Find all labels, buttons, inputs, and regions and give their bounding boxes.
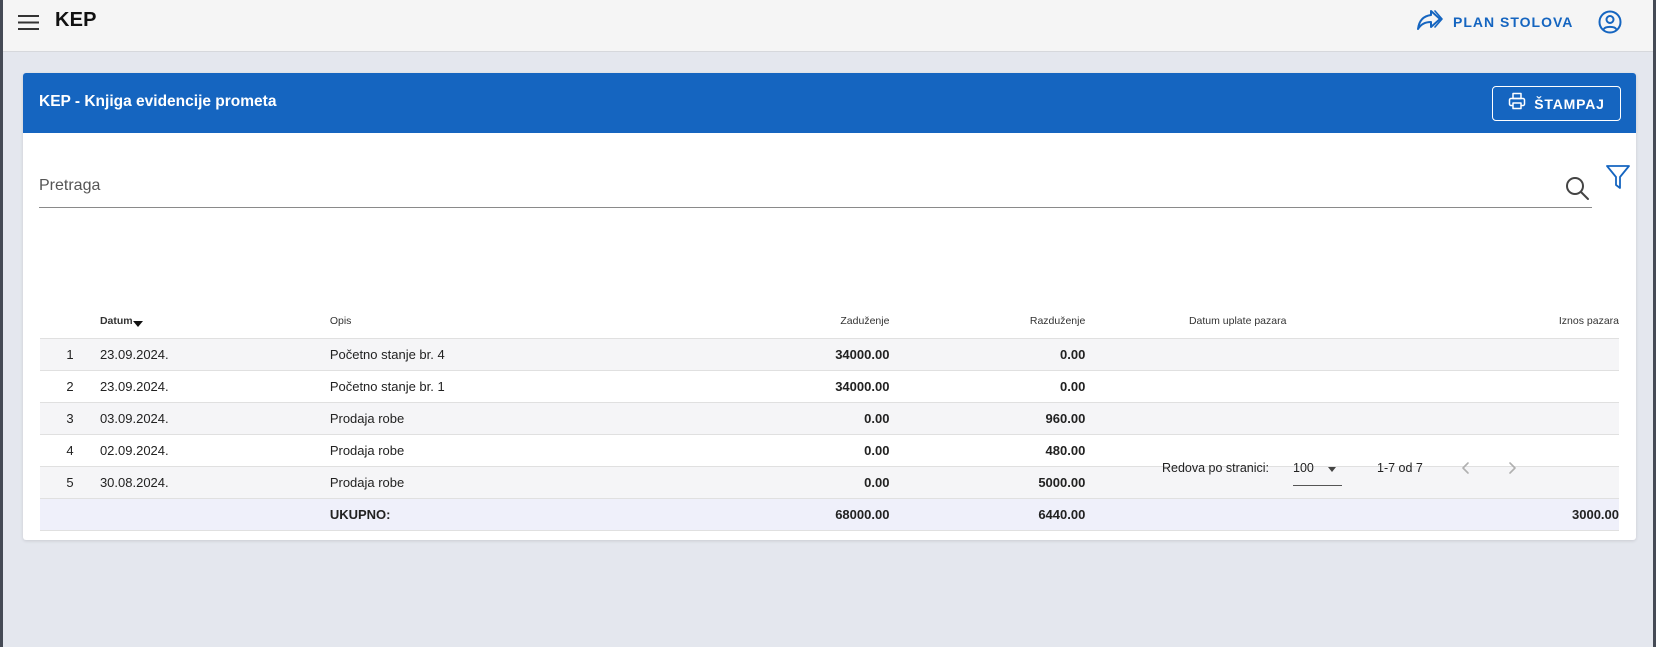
print-button-label: ŠTAMPAJ (1534, 95, 1605, 112)
row-razduzenje: 0.00 (889, 370, 1086, 403)
rows-per-page-value: 100 (1293, 461, 1314, 475)
kep-table: Datum Opis Zaduženje Razduženje Datum up… (40, 303, 1619, 531)
app-frame: KEP PLAN STOLOVA KEP - Knjiga evidencije… (3, 0, 1653, 647)
col-header-index (40, 303, 100, 339)
row-opis: Prodaja robe (329, 402, 600, 435)
search-icon[interactable] (1564, 175, 1590, 201)
rows-per-page-label: Redova po stranici: (1162, 461, 1270, 475)
plan-stolova-button[interactable]: PLAN STOLOVA (1415, 8, 1573, 36)
row-iznos (1390, 402, 1619, 435)
app-title: KEP (55, 9, 97, 31)
table-row[interactable]: 2 23.09.2024. Početno stanje br. 1 34000… (40, 370, 1619, 403)
col-header-razduzenje[interactable]: Razduženje (889, 303, 1086, 339)
col-header-datum-label: Datum (99, 314, 133, 327)
col-header-zaduzenje[interactable]: Zaduženje (599, 303, 890, 339)
row-datum: 03.09.2024. (99, 402, 330, 435)
row-index: 5 (40, 466, 100, 499)
table-header-row: Datum Opis Zaduženje Razduženje Datum up… (40, 303, 1619, 339)
col-header-opis[interactable]: Opis (329, 303, 600, 339)
row-razduzenje: 0.00 (889, 338, 1086, 371)
row-datum: 02.09.2024. (99, 434, 330, 467)
rows-per-page-select[interactable]: 100 (1293, 453, 1342, 486)
col-header-datum[interactable]: Datum (99, 303, 330, 339)
row-datum: 30.08.2024. (99, 466, 330, 499)
row-iznos (1390, 338, 1619, 371)
total-datum-uplate (1085, 498, 1391, 531)
row-datum-uplate (1085, 402, 1391, 435)
row-index: 3 (40, 402, 100, 435)
row-zaduzenje: 34000.00 (599, 370, 890, 403)
row-zaduzenje: 0.00 (599, 402, 890, 435)
total-razduzenje: 6440.00 (889, 498, 1086, 531)
sort-desc-icon (132, 320, 143, 327)
row-datum: 23.09.2024. (99, 370, 330, 403)
total-datum (99, 498, 330, 531)
table-row[interactable]: 1 23.09.2024. Početno stanje br. 4 34000… (40, 338, 1619, 371)
row-opis: Prodaja robe (329, 466, 600, 499)
col-header-iznos[interactable]: Iznos pazara (1390, 303, 1619, 339)
chevron-left-icon[interactable] (1457, 459, 1475, 477)
plan-stolova-label: PLAN STOLOVA (1453, 14, 1574, 30)
dropdown-caret-icon (1328, 467, 1336, 472)
total-zaduzenje: 68000.00 (599, 498, 890, 531)
row-iznos (1390, 370, 1619, 403)
row-opis: Početno stanje br. 4 (329, 338, 600, 371)
row-opis: Prodaja robe (329, 434, 600, 467)
row-datum-uplate (1085, 370, 1391, 403)
row-datum: 23.09.2024. (99, 338, 330, 371)
total-iznos: 3000.00 (1390, 498, 1619, 531)
row-zaduzenje: 0.00 (599, 466, 890, 499)
search-field (39, 169, 1592, 208)
search-input[interactable] (39, 169, 1539, 203)
row-zaduzenje: 0.00 (599, 434, 890, 467)
row-index: 1 (40, 338, 100, 371)
pagination-range: 1-7 od 7 (1377, 461, 1423, 475)
printer-icon (1508, 92, 1526, 115)
row-zaduzenje: 34000.00 (599, 338, 890, 371)
total-row: UKUPNO: 68000.00 6440.00 3000.00 (40, 498, 1619, 531)
chevron-right-icon[interactable] (1503, 459, 1521, 477)
row-index: 4 (40, 434, 100, 467)
row-razduzenje: 480.00 (889, 434, 1086, 467)
print-button[interactable]: ŠTAMPAJ (1492, 86, 1621, 121)
top-app-bar: KEP PLAN STOLOVA (3, 0, 1653, 52)
filter-icon[interactable] (1605, 163, 1631, 191)
row-index: 2 (40, 370, 100, 403)
kep-card: KEP - Knjiga evidencije prometa ŠTAMPAJ (23, 73, 1636, 540)
account-circle-icon[interactable] (1597, 9, 1623, 35)
total-label: UKUPNO: (329, 498, 600, 531)
card-title: KEP - Knjiga evidencije prometa (39, 93, 277, 110)
hamburger-menu-icon[interactable] (16, 10, 42, 36)
row-razduzenje: 5000.00 (889, 466, 1086, 499)
card-header: KEP - Knjiga evidencije prometa ŠTAMPAJ (23, 73, 1636, 133)
row-opis: Početno stanje br. 1 (329, 370, 600, 403)
row-datum-uplate (1085, 338, 1391, 371)
row-razduzenje: 960.00 (889, 402, 1086, 435)
col-header-datum-uplate[interactable]: Datum uplate pazara (1085, 303, 1391, 339)
share-arrow-icon (1415, 8, 1443, 37)
table-row[interactable]: 3 03.09.2024. Prodaja robe 0.00 960.00 (40, 402, 1619, 435)
total-index (40, 498, 100, 531)
